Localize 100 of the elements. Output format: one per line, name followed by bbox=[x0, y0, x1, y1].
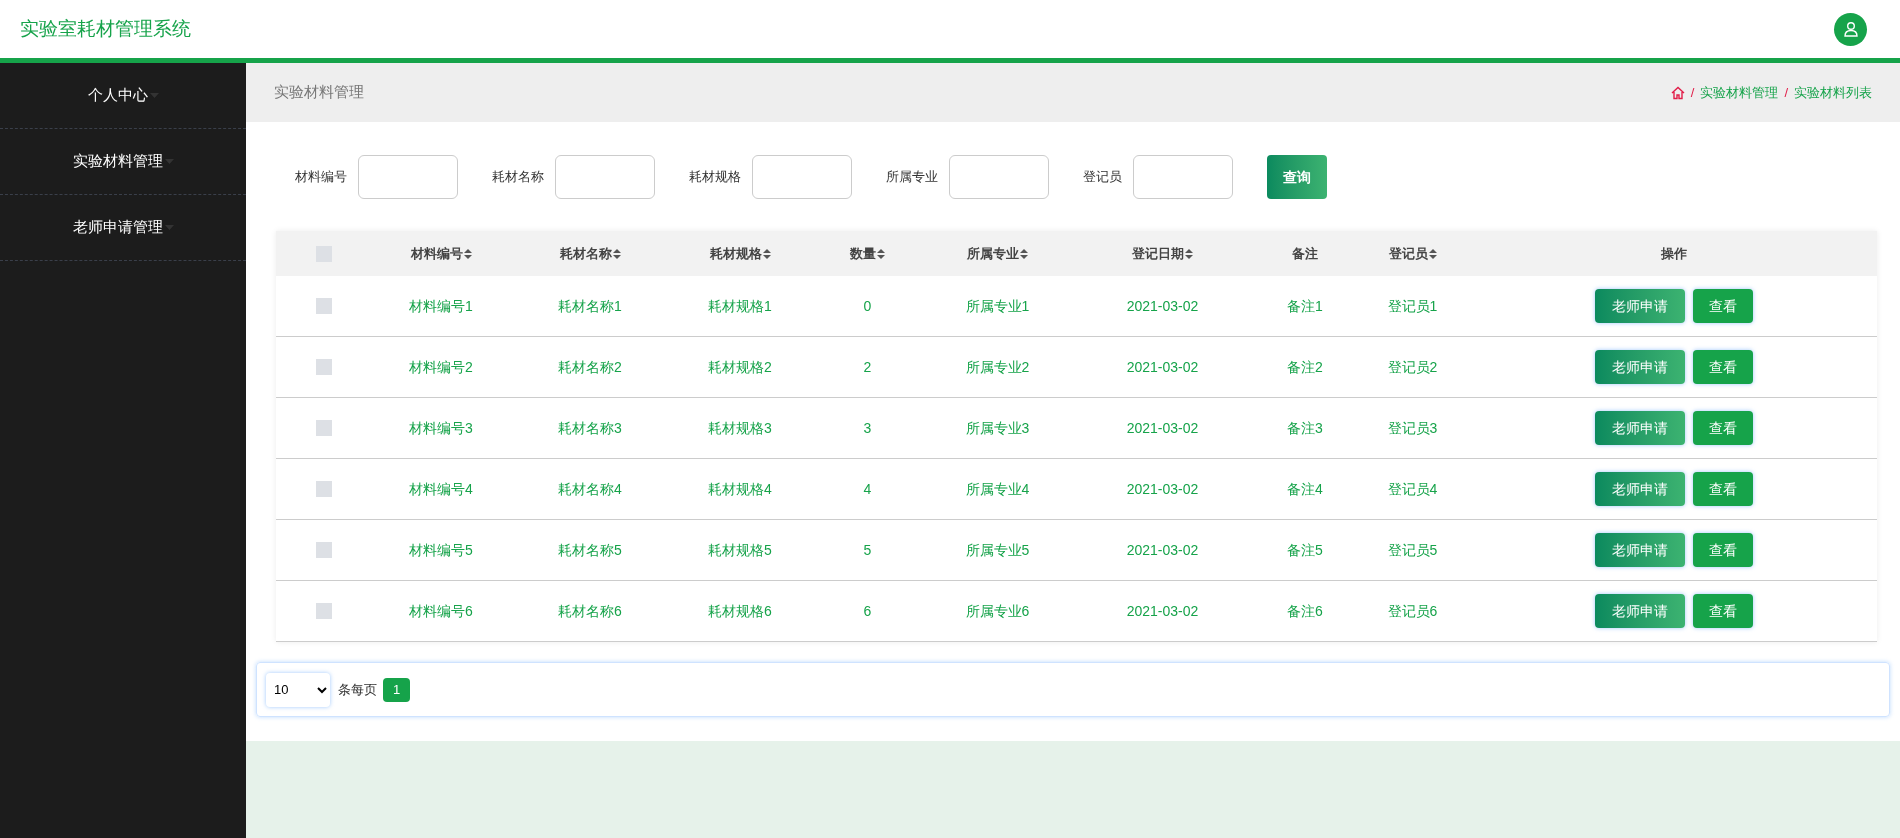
search-input-field[interactable] bbox=[752, 155, 852, 199]
table-cell-text: 所属专业1 bbox=[965, 296, 1030, 316]
table-cell-text: 4 bbox=[863, 479, 872, 499]
teacher-apply-button[interactable]: 老师申请 bbox=[1594, 411, 1685, 445]
table-cell-text: 材料编号1 bbox=[409, 296, 473, 316]
caret-icon bbox=[164, 159, 174, 164]
column-header[interactable]: 登记员 bbox=[1388, 243, 1437, 264]
search-input-field[interactable] bbox=[555, 155, 655, 199]
table-cell-text: 耗材规格6 bbox=[708, 601, 772, 621]
table-cell-text: 6 bbox=[863, 601, 872, 621]
table-cell-text: 登记员4 bbox=[1387, 479, 1438, 499]
table-cell-text: 材料编号6 bbox=[409, 601, 473, 621]
sort-icon[interactable] bbox=[1185, 248, 1193, 259]
user-avatar-icon[interactable] bbox=[1834, 12, 1867, 46]
table-cell-text: 0 bbox=[863, 296, 872, 316]
table-cell-text: 耗材名称4 bbox=[558, 479, 622, 499]
breadcrumb-separator: / bbox=[1690, 83, 1695, 102]
table-cell-text: 2021-03-02 bbox=[1126, 296, 1199, 316]
table-cell-text: 所属专业2 bbox=[965, 357, 1030, 377]
table-cell-text: 耗材名称6 bbox=[558, 601, 622, 621]
teacher-apply-button[interactable]: 老师申请 bbox=[1594, 594, 1685, 628]
per-page-label: 条每页 bbox=[338, 680, 377, 699]
table-cell-text: 2021-03-02 bbox=[1126, 357, 1199, 377]
column-header[interactable]: 操作 bbox=[1660, 243, 1687, 264]
view-button[interactable]: 查看 bbox=[1692, 411, 1753, 445]
table-cell-text: 备注3 bbox=[1287, 418, 1323, 438]
app-title: 实验室耗材管理系统 bbox=[20, 16, 191, 41]
table-cell-text: 材料编号5 bbox=[409, 540, 473, 560]
table-cell-text: 登记员6 bbox=[1387, 601, 1438, 621]
teacher-apply-button[interactable]: 老师申请 bbox=[1594, 533, 1685, 567]
table-cell-text: 所属专业4 bbox=[965, 479, 1030, 499]
table-cell-text: 耗材规格4 bbox=[708, 479, 772, 499]
table-cell-text: 所属专业3 bbox=[965, 418, 1030, 438]
column-header[interactable]: 备注 bbox=[1292, 243, 1318, 264]
sort-icon[interactable] bbox=[463, 248, 472, 259]
table-cell-text: 备注6 bbox=[1287, 601, 1323, 621]
teacher-apply-button[interactable]: 老师申请 bbox=[1594, 350, 1685, 384]
table-cell-text: 2021-03-02 bbox=[1126, 540, 1199, 560]
table-cell-text: 材料编号4 bbox=[409, 479, 473, 499]
breadcrumb-link[interactable]: 实验材料管理 bbox=[1700, 82, 1779, 103]
table-cell-text: 2 bbox=[863, 357, 872, 377]
checkbox[interactable] bbox=[316, 542, 332, 558]
column-header[interactable]: 登记日期 bbox=[1132, 243, 1193, 264]
table-cell-text: 所属专业6 bbox=[965, 601, 1030, 621]
sort-icon[interactable] bbox=[762, 248, 771, 259]
search-input-field[interactable] bbox=[1133, 155, 1233, 199]
search-label: 耗材规格 bbox=[689, 168, 741, 187]
checkbox[interactable] bbox=[316, 359, 332, 375]
column-header[interactable]: 耗材规格 bbox=[709, 243, 771, 264]
column-header[interactable]: 数量 bbox=[850, 243, 885, 264]
table-cell-text: 耗材规格3 bbox=[708, 418, 772, 438]
checkbox[interactable] bbox=[316, 603, 332, 619]
search-input-field[interactable] bbox=[949, 155, 1049, 199]
table-cell-text: 2021-03-02 bbox=[1126, 418, 1199, 438]
caret-icon bbox=[149, 93, 159, 98]
table-cell-text: 登记员1 bbox=[1387, 296, 1438, 316]
table-cell-text: 登记员2 bbox=[1387, 357, 1438, 377]
view-button[interactable]: 查看 bbox=[1692, 289, 1753, 323]
table-cell-text: 2021-03-02 bbox=[1126, 479, 1199, 499]
table-cell-text: 登记员5 bbox=[1387, 540, 1438, 560]
view-button[interactable]: 查看 bbox=[1692, 472, 1753, 506]
table-cell-text: 材料编号2 bbox=[409, 357, 473, 377]
column-header[interactable]: 材料编号 bbox=[410, 243, 472, 264]
sort-icon[interactable] bbox=[1428, 248, 1437, 259]
search-label: 所属专业 bbox=[886, 168, 938, 187]
checkbox[interactable] bbox=[316, 298, 332, 314]
home-icon[interactable] bbox=[1670, 85, 1685, 100]
caret-icon bbox=[164, 225, 174, 230]
query-button[interactable]: 查询 bbox=[1267, 155, 1327, 199]
column-header[interactable]: 所属专业 bbox=[967, 243, 1028, 264]
table-cell-text: 2021-03-02 bbox=[1126, 601, 1199, 621]
view-button[interactable]: 查看 bbox=[1692, 350, 1753, 384]
teacher-apply-button[interactable]: 老师申请 bbox=[1594, 289, 1685, 323]
table-cell-text: 3 bbox=[863, 418, 872, 438]
table-cell-text: 备注1 bbox=[1287, 296, 1323, 316]
search-label: 登记员 bbox=[1083, 168, 1122, 187]
table-cell-text: 耗材名称3 bbox=[558, 418, 622, 438]
sort-icon[interactable] bbox=[1020, 248, 1028, 259]
table-cell-text: 备注4 bbox=[1287, 479, 1323, 499]
table-cell-text: 登记员3 bbox=[1387, 418, 1438, 438]
checkbox[interactable] bbox=[316, 420, 332, 436]
page-button[interactable]: 1 bbox=[383, 677, 410, 702]
table-cell-text: 耗材规格1 bbox=[708, 296, 772, 316]
breadcrumb-separator: / bbox=[1784, 83, 1788, 102]
view-button[interactable]: 查看 bbox=[1692, 594, 1753, 628]
search-label: 耗材名称 bbox=[492, 168, 544, 187]
table-cell-text: 耗材名称5 bbox=[558, 540, 622, 560]
checkbox[interactable] bbox=[316, 481, 332, 497]
table-cell-text: 5 bbox=[863, 540, 872, 560]
page-title: 实验材料管理 bbox=[274, 82, 364, 103]
search-input-field[interactable] bbox=[358, 155, 458, 199]
breadcrumb-link[interactable]: 实验材料列表 bbox=[1794, 82, 1872, 103]
column-header[interactable]: 耗材名称 bbox=[559, 243, 621, 264]
table-cell-text: 耗材名称1 bbox=[558, 296, 622, 316]
teacher-apply-button[interactable]: 老师申请 bbox=[1594, 472, 1685, 506]
sort-icon[interactable] bbox=[612, 248, 621, 259]
sort-icon[interactable] bbox=[877, 248, 885, 259]
page-size-select[interactable]: 10 bbox=[266, 672, 330, 707]
view-button[interactable]: 查看 bbox=[1692, 533, 1753, 567]
table-cell-text: 材料编号3 bbox=[409, 418, 473, 438]
